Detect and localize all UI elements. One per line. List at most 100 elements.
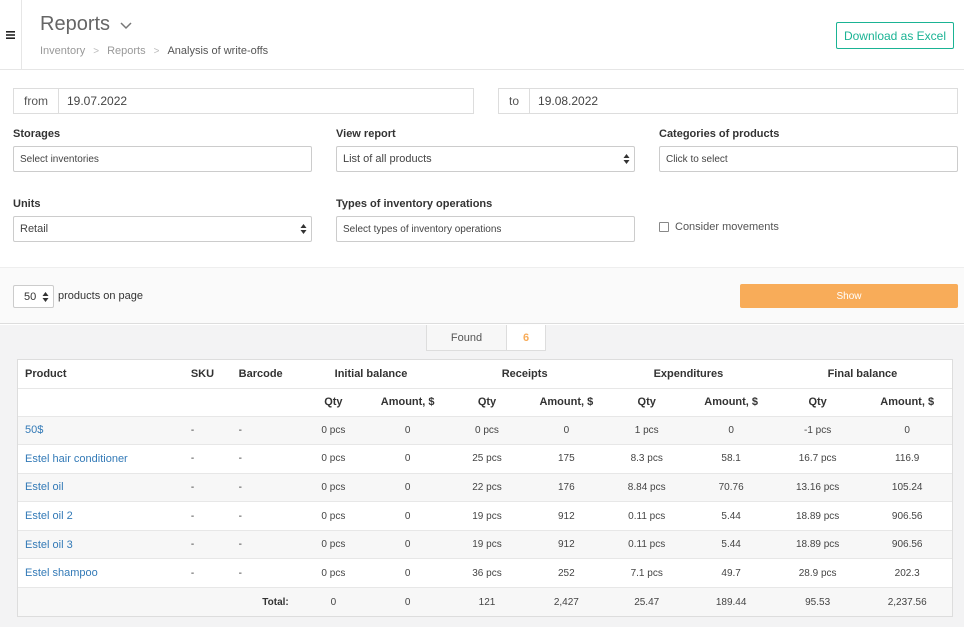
show-button[interactable]: Show xyxy=(740,284,958,308)
hamburger-menu-icon[interactable] xyxy=(0,0,22,70)
barcode-cell: - xyxy=(231,473,297,503)
consider-movements-toggle[interactable]: Consider movements xyxy=(659,221,779,233)
page-title-text: Reports xyxy=(40,13,111,35)
subheader-empty xyxy=(18,388,184,417)
initial-qty-cell: 0 pcs xyxy=(296,444,370,474)
total-expenditures-amount: 189.44 xyxy=(689,587,773,617)
receipts-qty-cell: 0 pcs xyxy=(445,416,529,446)
final-amount-cell: 0 xyxy=(862,416,952,446)
from-date-value[interactable]: 19.07.2022 xyxy=(59,94,127,108)
product-link[interactable]: Estel oil 2 xyxy=(18,501,184,531)
barcode-cell: - xyxy=(231,530,297,560)
subheader-empty xyxy=(231,388,297,417)
expenditures-amount-cell: 5.44 xyxy=(689,501,773,531)
total-receipts-qty: 121 xyxy=(445,587,529,617)
expenditures-qty-cell: 0.11 pcs xyxy=(603,501,690,531)
sku-cell: - xyxy=(183,473,232,503)
view-report-select[interactable]: List of all products xyxy=(336,146,635,172)
product-link[interactable]: Estel hair conditioner xyxy=(18,444,184,474)
to-date-value[interactable]: 19.08.2022 xyxy=(530,94,598,108)
report-table: Product SKU Barcode Initial balance Rece… xyxy=(17,359,953,618)
col-product[interactable]: Product xyxy=(18,360,184,389)
from-date-field[interactable]: from 19.07.2022 xyxy=(13,88,474,114)
product-link[interactable]: Estel shampoo xyxy=(18,558,184,589)
expenditures-amount-cell: 49.7 xyxy=(689,558,773,589)
final-qty-cell: 16.7 pcs xyxy=(772,444,863,474)
col-receipts: Receipts xyxy=(445,360,604,389)
subcol-initial-qty[interactable]: Qty xyxy=(296,388,370,417)
subcol-receipts-qty[interactable]: Qty xyxy=(445,388,529,417)
page-header: Reports Inventory > Reports > Analysis o… xyxy=(0,0,964,70)
units-label: Units xyxy=(13,198,41,210)
download-excel-button[interactable]: Download as Excel xyxy=(836,22,954,49)
from-label: from xyxy=(14,89,59,113)
storages-label: Storages xyxy=(13,128,61,140)
subcol-final-amount[interactable]: Amount, $ xyxy=(862,388,952,417)
sku-cell: - xyxy=(183,501,232,531)
final-qty-cell: 13.16 pcs xyxy=(772,473,863,503)
receipts-qty-cell: 25 pcs xyxy=(445,444,529,474)
table-row: 50$ - - 0 pcs 0 0 pcs 0 1 pcs 0 -1 pcs 0 xyxy=(18,416,952,446)
subcol-expenditures-amount[interactable]: Amount, $ xyxy=(689,388,773,417)
select-arrows-icon xyxy=(42,292,49,302)
breadcrumb: Inventory > Reports > Analysis of write-… xyxy=(40,45,268,57)
select-arrows-icon xyxy=(300,224,307,234)
receipts-qty-cell: 19 pcs xyxy=(445,501,529,531)
breadcrumb-separator-icon: > xyxy=(93,45,100,57)
table-header-row: Product SKU Barcode Initial balance Rece… xyxy=(18,360,952,389)
subcol-initial-amount[interactable]: Amount, $ xyxy=(370,388,446,417)
storages-select[interactable]: Select inventories xyxy=(13,146,312,172)
view-report-value: List of all products xyxy=(343,153,432,165)
consider-movements-checkbox[interactable] xyxy=(659,222,669,232)
total-expenditures-qty: 25.47 xyxy=(603,587,690,617)
categories-select[interactable]: Click to select xyxy=(659,146,958,172)
units-select[interactable]: Retail xyxy=(13,216,312,242)
col-sku[interactable]: SKU xyxy=(183,360,232,389)
per-page-select[interactable]: 50 xyxy=(13,285,54,308)
table-subheader-row: Qty Amount, $ Qty Amount, $ Qty Amount, … xyxy=(18,388,952,417)
view-report-label: View report xyxy=(336,128,396,140)
initial-amount-cell: 0 xyxy=(370,530,446,560)
initial-amount-cell: 0 xyxy=(370,473,446,503)
initial-qty-cell: 0 pcs xyxy=(296,558,370,589)
final-amount-cell: 906.56 xyxy=(862,501,952,531)
found-count: 6 xyxy=(522,331,530,344)
subcol-expenditures-qty[interactable]: Qty xyxy=(603,388,690,417)
receipts-amount-cell: 252 xyxy=(528,558,604,589)
expenditures-qty-cell: 7.1 pcs xyxy=(603,558,690,589)
breadcrumb-current: Analysis of write-offs xyxy=(167,45,269,57)
to-date-field[interactable]: to 19.08.2022 xyxy=(498,88,958,114)
initial-amount-cell: 0 xyxy=(370,501,446,531)
total-receipts-amount: 2,427 xyxy=(528,587,604,617)
receipts-amount-cell: 0 xyxy=(528,416,604,446)
operation-types-select[interactable]: Select types of inventory operations xyxy=(336,216,635,242)
product-link[interactable]: 50$ xyxy=(18,416,184,446)
breadcrumb-reports[interactable]: Reports xyxy=(107,45,146,57)
breadcrumb-inventory[interactable]: Inventory xyxy=(40,45,85,57)
receipts-qty-cell: 22 pcs xyxy=(445,473,529,503)
found-counter: Found 6 xyxy=(426,325,546,351)
final-amount-cell: 116.9 xyxy=(862,444,952,474)
total-final-amount: 2,237.56 xyxy=(862,587,952,617)
sku-cell: - xyxy=(183,416,232,446)
initial-amount-cell: 0 xyxy=(370,444,446,474)
table-row: Estel oil 2 - - 0 pcs 0 19 pcs 912 0.11 … xyxy=(18,501,952,531)
page-title[interactable]: Reports xyxy=(40,13,132,36)
categories-label: Categories of products xyxy=(659,128,780,140)
initial-qty-cell: 0 pcs xyxy=(296,416,370,446)
initial-amount-cell: 0 xyxy=(370,416,446,446)
barcode-cell: - xyxy=(231,501,297,531)
table-row: Estel hair conditioner - - 0 pcs 0 25 pc… xyxy=(18,444,952,474)
product-link[interactable]: Estel oil xyxy=(18,473,184,503)
final-amount-cell: 105.24 xyxy=(862,473,952,503)
table-row: Estel oil 3 - - 0 pcs 0 19 pcs 912 0.11 … xyxy=(18,530,952,560)
receipts-qty-cell: 36 pcs xyxy=(445,558,529,589)
subcol-receipts-amount[interactable]: Amount, $ xyxy=(528,388,604,417)
col-barcode[interactable]: Barcode xyxy=(231,360,297,389)
total-empty xyxy=(183,587,232,617)
receipts-amount-cell: 175 xyxy=(528,444,604,474)
sku-cell: - xyxy=(183,444,232,474)
product-link[interactable]: Estel oil 3 xyxy=(18,530,184,560)
final-qty-cell: -1 pcs xyxy=(772,416,863,446)
subcol-final-qty[interactable]: Qty xyxy=(772,388,863,417)
